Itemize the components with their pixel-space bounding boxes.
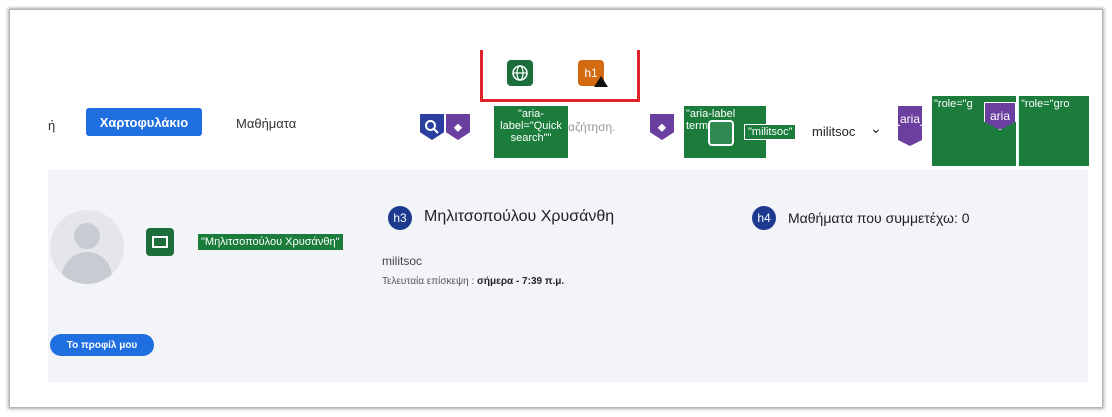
h4-badge: h4 — [752, 206, 776, 230]
militsoc-alt-label: "militsoc" — [744, 124, 797, 140]
magnifier-svg — [425, 120, 439, 134]
role-label-2: "role="gro — [1021, 98, 1070, 110]
chevron-down-icon[interactable]: ⌄ — [870, 120, 882, 137]
last-visit: Τελευταία επίσκεψη : σήμερα - 7:39 π.μ. — [382, 276, 564, 287]
tag-icon: ⬥ — [650, 114, 674, 140]
user-menu[interactable]: militsoc — [812, 124, 855, 139]
overlay-highlight-box — [480, 50, 640, 102]
search-input[interactable]: αζήτηση. — [568, 120, 616, 134]
last-visit-value: σήμερα - 7:39 π.μ. — [477, 276, 565, 287]
globe-icon-svg — [512, 65, 528, 81]
h3-badge: h3 — [388, 206, 412, 230]
profile-name: Μηλιτσοπούλου Χρυσάνθη — [424, 208, 615, 225]
browser-frame: h1 ή Χαρτοφυλάκιο Μαθήματα ⬥ "aria-label… — [10, 10, 1102, 407]
avatar-body — [62, 252, 112, 284]
aria-badge-2-label: aria — [989, 109, 1010, 123]
aria-label-quicksearch: "aria-label="Quick search"" — [494, 106, 568, 158]
my-profile-button-label: Το προφίλ μου — [66, 339, 138, 351]
aria-badge-extra — [898, 126, 922, 146]
search-icon[interactable] — [420, 114, 444, 140]
nav-item-partial[interactable]: ή — [48, 118, 55, 133]
warning-icon — [594, 76, 608, 87]
role-overlay-2: "role="gro — [1018, 96, 1089, 166]
courses-count: Μαθήματα που συμμετέχω: 0 — [788, 210, 970, 226]
picture-frame — [152, 236, 168, 248]
h4-badge-label: h4 — [757, 211, 771, 225]
tag-icon: ⬥ — [446, 114, 470, 140]
my-profile-button[interactable]: Το προφίλ μου — [50, 334, 154, 356]
profile-username: militsoc — [382, 254, 423, 268]
tab-courses[interactable]: Μαθήματα — [236, 116, 296, 131]
profile-card: "Μηλιτσοπούλου Χρυσάνθη" h3 Μηλιτσοπούλο… — [48, 170, 1088, 382]
role-label-1: "role="g — [934, 98, 973, 110]
h3-badge-label: h3 — [393, 211, 407, 225]
aria-badge-1-label: aria — [899, 112, 920, 126]
avatar-alt-label: "Μηλιτσοπούλου Χρυσάνθη" — [198, 234, 343, 250]
image-icon — [708, 120, 734, 146]
last-visit-label: Τελευταία επίσκεψη : — [382, 276, 475, 287]
image-icon — [146, 228, 174, 256]
tab-portfolio[interactable]: Χαρτοφυλάκιο — [86, 108, 202, 136]
avatar-head — [74, 223, 100, 249]
tab-portfolio-label: Χαρτοφυλάκιο — [99, 114, 189, 130]
avatar — [50, 210, 124, 284]
top-navbar: ή Χαρτοφυλάκιο Μαθήματα ⬥ "aria-label="Q… — [48, 96, 1089, 166]
globe-icon — [507, 60, 533, 86]
